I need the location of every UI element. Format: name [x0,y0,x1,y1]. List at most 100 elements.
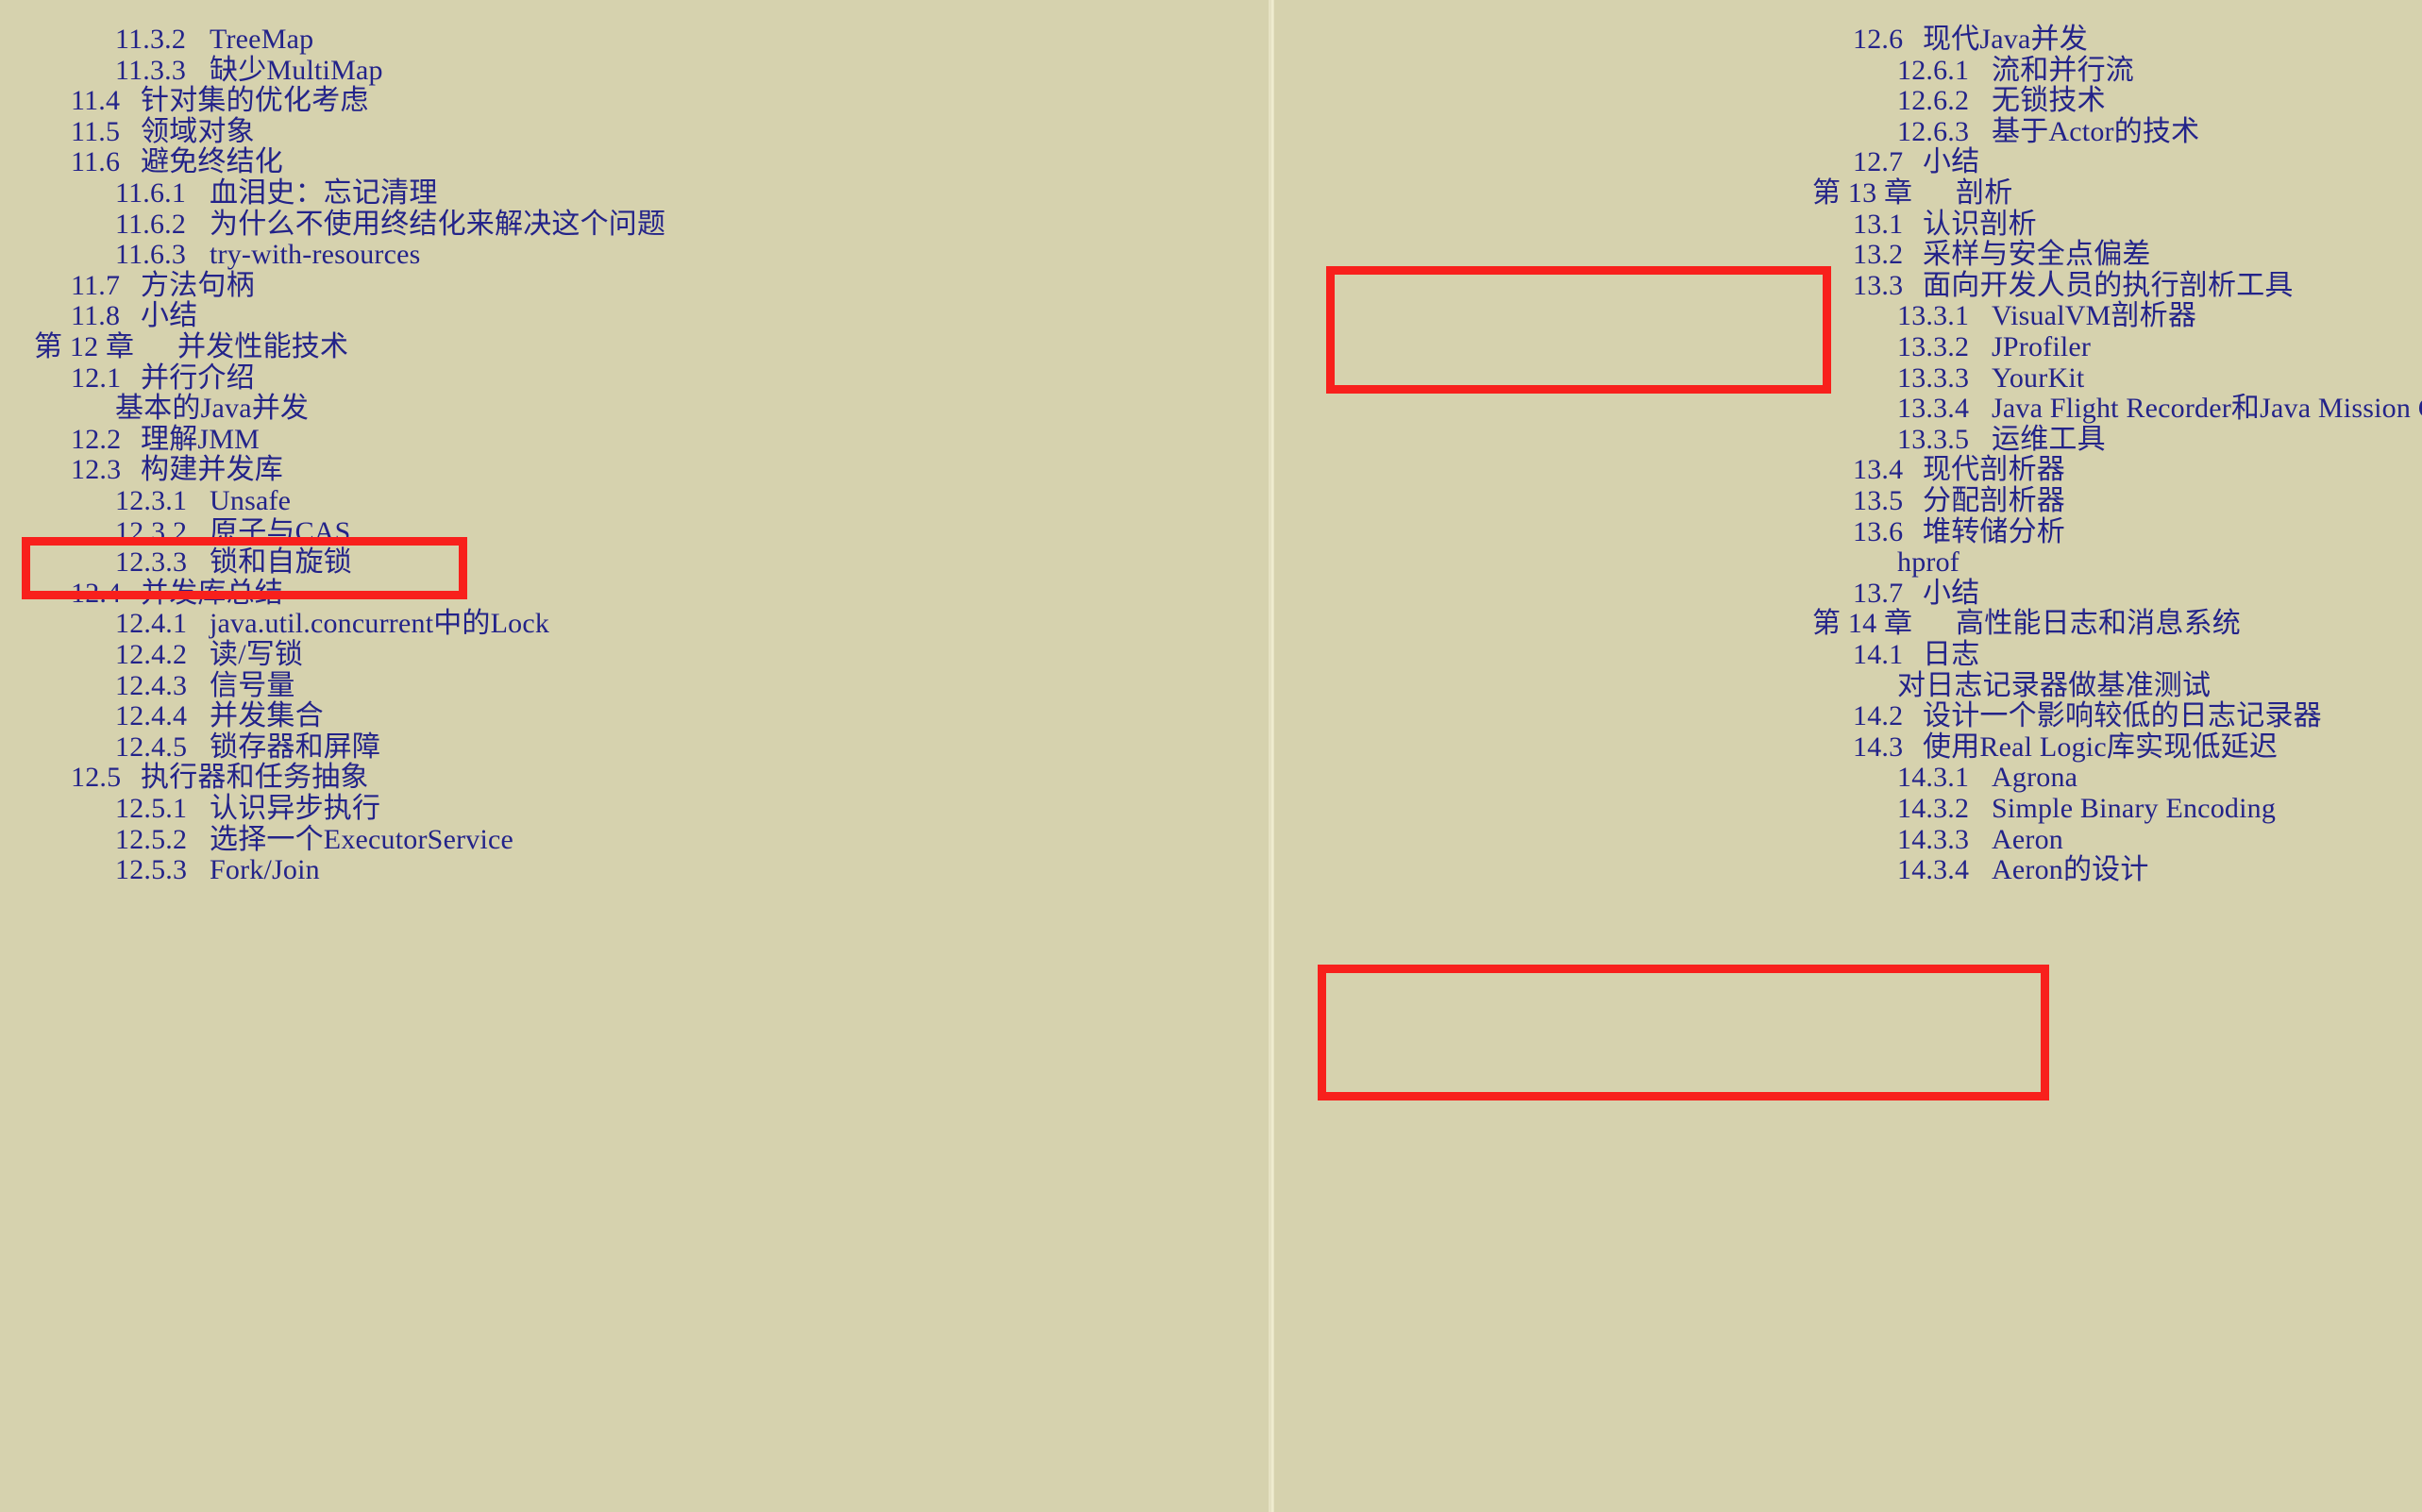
toc-entry-number: 12.6 [1853,24,1904,55]
toc-entry-number: 12.4.1 [115,608,188,640]
toc-entry-title: 小结 [141,300,198,332]
toc-entry-12.4.4: 12.4.4 并发集合 [0,701,1384,731]
toc-entry-title: 血泪史：忘记清理 [210,177,438,209]
toc-entry-number: 12.5.2 [115,823,188,855]
toc-entry-title: 认识剖析 [1923,208,2037,240]
toc-entry-11.6.2: 11.6.2 为什么不使用终结化来解决这个问题 [0,208,1384,240]
toc-entry-12.3.1: 12.3.1 Unsafe [0,486,1384,516]
toc-entry-number: 13.3.5 [1897,423,1970,455]
toc-entry-number: 12.6.2 [1897,85,1970,117]
toc-entry-title: Unsafe [210,485,292,516]
toc-entry-14.3.1: 14.3.1 Agrona [1274,763,2422,793]
toc-entry-13.3.5: 13.3.5 运维工具 [1274,423,2422,455]
toc-entry-number: 12.7 [1853,146,1904,178]
toc-entry-14.1: 14.1 日志 [1274,640,2422,670]
toc-entry-12.4.3: 12.4.3 信号量 [0,669,1384,701]
toc-entry-title: 采样与安全点偏差 [1923,239,2151,271]
toc-entry-title: 信号量 [210,669,295,701]
toc-entry-12.6.1: 12.6.1 流和并行流 [1274,54,2422,86]
toc-entry-title: 小结 [1923,577,1980,609]
toc-entry-number: 13.3 [1853,269,1904,301]
toc-entry-title: 针对集的优化考虑 [141,85,369,117]
toc-entry-plain-17: hprof [1274,547,2422,578]
toc-entry-number: 14.3.1 [1897,762,1970,794]
toc-entry-11.3.2: 11.3.2 TreeMap [0,25,1384,55]
toc-entry-title: 构建并发库 [141,454,283,486]
toc-entry-title: 无锁技术 [1992,85,2106,117]
toc-entry-number: 12.4.3 [115,669,188,701]
toc-entry-number: 12.4.4 [115,700,188,732]
toc-entry-number: 13.2 [1853,239,1904,271]
toc-entry-title: 缺少MultiMap [210,54,383,86]
toc-entry-title: 理解JMM [141,423,261,455]
toc-entry-title: try-with-resources [210,239,421,271]
toc-entry-title: 流和并行流 [1992,54,2134,86]
toc-entry-title: 读/写锁 [210,639,304,670]
toc-entry-title: Fork/Join [210,854,320,886]
toc-entry-title: 并发库总结 [141,577,283,609]
toc-entry-12.5.1: 12.5.1 认识异步执行 [0,794,1384,824]
toc-entry-number: 13.5 [1853,485,1904,516]
toc-entry-title: 小结 [1923,146,1980,178]
toc-entry-number: 13.7 [1853,577,1904,609]
toc-entry-title: Simple Binary Encoding [1992,793,2277,824]
toc-entry-title: 分配剖析器 [1923,485,2065,516]
toc-entry-title: 锁存器和屏障 [210,731,381,763]
toc-entry-number: 11.6.1 [115,177,187,209]
toc-entry-12.4.1: 12.4.1 java.util.concurrent中的Lock [0,609,1384,639]
toc-entry-12.7: 12.7 小结 [1274,147,2422,177]
toc-entry-number: 12.3.1 [115,485,188,516]
toc-entry-title: Java Flight Recorder和Java Mission Contro… [1992,393,2422,425]
toc-entry-12.2: 12.2 理解JMM [0,423,1339,455]
toc-entry-11.3.3: 11.3.3 缺少MultiMap [0,54,1384,86]
toc-entry-number: 11.6.3 [115,239,187,271]
toc-entry-number: 13.3.3 [1897,361,1970,394]
toc-entry-number: 12.5.1 [115,793,188,824]
toc-entry-14.3.2: 14.3.2 Simple Binary Encoding [1274,794,2422,824]
toc-entry-12.4: 12.4 并发库总结 [0,577,1339,609]
toc-entry-title: hprof [1897,546,1959,579]
toc-entry-plain-21: 对日志记录器做基准测试 [1274,670,2422,701]
toc-entry-13: 第 13 章 剖析 [1274,178,2422,209]
toc-entry-title: Aeron [1992,823,2063,855]
toc-entry-number: 12.5 [71,762,122,794]
toc-entry-title: 现代Java并发 [1923,24,2088,55]
right-page: 12.6 现代Java并发 12.6.1 流和并行流 12.6.2 无锁技术 12.6.3 基… [1274,0,2422,1512]
toc-entry-title: 为什么不使用终结化来解决这个问题 [210,208,666,240]
toc-entry-12.4.5: 12.4.5 锁存器和屏障 [0,731,1384,763]
toc-entry-12.1: 12.1 并行介绍 [0,361,1339,394]
toc-entry-title: 运维工具 [1992,423,2106,455]
toc-entry-number: 13.3.1 [1897,300,1970,332]
toc-entry-title: 领域对象 [141,115,255,147]
toc-entry-number: 11.6.2 [115,208,187,240]
toc-entry-number: 12.5.3 [115,854,188,886]
toc-entry-12.6.2: 12.6.2 无锁技术 [1274,86,2422,116]
toc-entry-title: 方法句柄 [141,269,255,301]
toc-entry-number: 12.4 [71,577,122,609]
toc-entry-11.6.1: 11.6.1 血泪史：忘记清理 [0,178,1384,209]
toc-entry-title: 剖析 [1956,177,2013,209]
toc-entry-14.2: 14.2 设计一个影响较低的日志记录器 [1274,701,2422,731]
toc-entry-number: 第 12 章 [34,331,135,362]
toc-entry-title: 堆转储分析 [1923,515,2065,547]
toc-entry-title: 基于Actor的技术 [1992,115,2200,147]
toc-entry-title: YourKit [1992,361,2085,394]
toc-entry-number: 12.1 [71,361,122,394]
toc-entry-13.3.4: 13.3.4 Java Flight Recorder和Java Mission … [1274,394,2422,424]
toc-entry-title: java.util.concurrent中的Lock [210,608,550,640]
toc-entry-title: 高性能日志和消息系统 [1956,608,2241,640]
toc-entry-number: 12.2 [71,423,122,455]
toc-entry-number: 14.3 [1853,731,1904,763]
toc-entry-12.4.2: 12.4.2 读/写锁 [0,640,1384,670]
left-page: 11.3.2 TreeMap 11.3.3 缺少MultiMap 11.4 针对集的优化考… [0,0,1269,1512]
toc-entry-13.4: 13.4 现代剖析器 [1274,455,2422,485]
toc-entry-11.6.3: 11.6.3 try-with-resources [0,240,1384,270]
toc-entry-number: 11.3.2 [115,24,187,55]
toc-entry-title: JProfiler [1992,331,2092,362]
toc-entry-title: 执行器和任务抽象 [141,762,369,794]
toc-entry-title: 日志 [1923,639,1980,670]
toc-entry-13.3.2: 13.3.2 JProfiler [1274,332,2422,362]
toc-entry-number: 14.3.4 [1897,854,1970,886]
toc-entry-13.7: 13.7 小结 [1274,577,2422,609]
toc-entry-title: 并行介绍 [141,361,255,394]
